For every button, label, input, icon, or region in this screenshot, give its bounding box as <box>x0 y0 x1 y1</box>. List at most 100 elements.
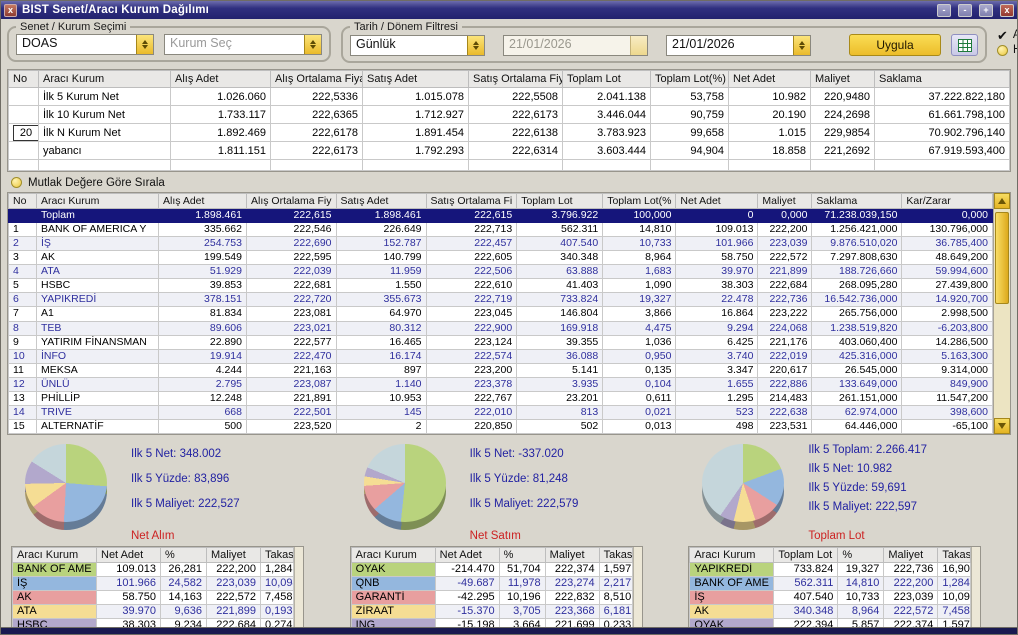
chevron-updown-icon[interactable] <box>136 35 153 54</box>
scroll-down-icon[interactable] <box>994 418 1010 434</box>
column-header[interactable]: Alış Adet <box>158 193 247 209</box>
restore-icon[interactable]: - <box>958 3 972 17</box>
cell: 222,6314 <box>468 141 563 160</box>
cell: 3 <box>8 250 37 266</box>
cell: 10,094 <box>260 576 294 591</box>
column-header[interactable]: Kar/Zarar <box>901 193 993 209</box>
mini-scrollbar[interactable] <box>971 547 981 634</box>
cell: 223,274 <box>544 576 600 591</box>
minimize-icon[interactable]: - <box>937 3 951 17</box>
cell: 221,899 <box>757 264 813 280</box>
cell: 169.918 <box>516 320 604 336</box>
vertical-scrollbar[interactable] <box>993 193 1010 434</box>
table-row[interactable]: 10 İNFO 19.914 222,470 16.174 222,574 36.088 0,… <box>8 348 993 364</box>
column-header[interactable]: Satış Ortalama Fi <box>425 193 518 209</box>
cell: 222,595 <box>246 250 337 266</box>
column-header[interactable]: Alış Adet <box>170 70 271 88</box>
table-row[interactable]: 2 İŞ 254.753 222,690 152.787 222,457 407.540 10… <box>8 236 993 252</box>
sort-option-label: Mutlak Değere Göre Sırala <box>28 176 165 189</box>
mini-scrollbar[interactable] <box>632 547 642 634</box>
scrollbar-track[interactable] <box>994 209 1010 418</box>
cell: 500 <box>158 418 247 435</box>
column-header: % <box>498 547 546 563</box>
cell: 99,658 <box>650 123 729 142</box>
column-header[interactable]: Maliyet <box>810 70 875 88</box>
cell: 23.201 <box>516 390 604 406</box>
radio-hacim[interactable]: Hacim <box>997 44 1017 56</box>
stat-line: Ilk 5 Net: 10.982 <box>808 463 893 475</box>
cell: ZİRAAT <box>350 604 436 619</box>
table-row[interactable]: 4 ATA 51.929 222,039 11.959 222,506 63.888 1,68… <box>8 264 993 280</box>
kurum-select[interactable]: Kurum Seç <box>164 34 322 55</box>
column-header[interactable]: Satış Adet <box>362 70 469 88</box>
column-header[interactable]: Aracı Kurum <box>38 70 171 88</box>
chevron-updown-icon[interactable] <box>467 35 484 55</box>
table-row[interactable]: 13 PHİLLİP 12.248 221,891 10.953 222,767 23.20… <box>8 390 993 406</box>
cell: 1.655 <box>675 376 759 392</box>
column-header[interactable]: Net Adet <box>675 193 759 209</box>
senet-select[interactable]: DOAS <box>16 34 154 55</box>
chart-panel-toplam-lot: Ilk 5 Toplam: 2.266.417 Ilk 5 Net: 10.982… <box>678 438 1017 634</box>
column-header[interactable]: Toplam Lot <box>562 70 651 88</box>
mini-scrollbar[interactable] <box>294 547 303 634</box>
column-header[interactable]: Alış Ortalama Fiyat <box>270 70 363 88</box>
column-header[interactable]: No <box>8 193 37 209</box>
n-value-input[interactable]: 20 <box>13 124 38 141</box>
close-window-icon[interactable]: x <box>1000 3 1014 17</box>
cell: 222,684 <box>757 278 813 294</box>
table-row[interactable]: 15 ALTERNATİF 500 223,520 2 220,850 502 0,013 49… <box>8 418 993 435</box>
chevron-updown-icon[interactable] <box>304 35 321 54</box>
column-header[interactable]: No <box>8 70 39 88</box>
mini-table-row: GARANTİ -42.295 10,196 222,832 8,510 <box>350 590 633 605</box>
scrollbar-thumb[interactable] <box>995 212 1009 304</box>
table-row[interactable]: 3 AK 199.549 222,595 140.799 222,605 340.348 8,… <box>8 250 993 266</box>
column-header[interactable]: Saklama <box>811 193 903 209</box>
excel-icon <box>957 38 972 52</box>
column-header[interactable]: Saklama <box>874 70 1010 88</box>
table-row[interactable]: 12 ÜNLÜ 2.795 223,087 1.140 223,378 3.935 0,104… <box>8 376 993 392</box>
column-header[interactable]: Satış Adet <box>335 193 427 209</box>
chevron-updown-icon[interactable] <box>793 35 810 55</box>
column-header[interactable]: Toplam Lot <box>516 193 604 209</box>
table-row[interactable]: Toplam 1.898.461 222,615 1.898.461 222,615 3.… <box>8 207 993 224</box>
cell: 407.540 <box>516 236 604 252</box>
date-to-field[interactable]: 21/01/2026 <box>666 34 811 56</box>
cell: 36.785,400 <box>901 236 993 252</box>
cell: 221,891 <box>246 390 337 406</box>
table-row[interactable]: 9 YATIRIM FİNANSMAN 22.890 222,577 16.465 223… <box>8 334 993 350</box>
table-row[interactable]: 8 TEB 89.606 223,021 80.312 222,900 169.918 4,4… <box>8 320 993 336</box>
column-header[interactable]: Toplam Lot(%) <box>650 70 729 88</box>
period-select[interactable]: Günlük <box>350 34 485 56</box>
cell: 10,196 <box>498 590 546 605</box>
close-icon[interactable]: x <box>4 3 17 17</box>
cell: 0,135 <box>602 362 677 378</box>
table-row[interactable]: 14 TRIVE 668 222,501 145 222,010 813 0,021 523 22… <box>8 404 993 420</box>
column-header[interactable]: Aracı Kurum <box>36 193 159 209</box>
mini-table-net-satim: Aracı KurumNet Adet%MaliyetTakas%OYAK-21… <box>350 547 633 634</box>
table-row[interactable]: 7 A1 81.834 223,081 64.970 223,045 146.804 3,86… <box>8 306 993 322</box>
column-header: Maliyet <box>883 547 939 563</box>
table-row[interactable]: 5 HSBC 39.853 222,681 1.550 222,610 41.403 1,09… <box>8 278 993 294</box>
cell: 1.898.461 <box>158 207 247 224</box>
tarih-group: Tarih / Dönem Filtresi Günlük 21/01/2026… <box>341 21 987 63</box>
column-header[interactable]: Satış Ortalama Fiyat <box>468 70 563 88</box>
mini-table-row: QNB -49.687 11,978 223,274 2,217 <box>350 576 633 591</box>
cell: 8,510 <box>598 590 633 605</box>
cell: 0,013 <box>602 418 677 435</box>
column-header[interactable]: Toplam Lot(% <box>602 193 677 209</box>
radio-adet[interactable]: ✔ Adet <box>997 29 1017 42</box>
column-header[interactable]: Maliyet <box>757 193 813 209</box>
cell: BANK OF AMERICA Y <box>36 222 159 238</box>
sort-option[interactable]: Mutlak Değere Göre Sırala <box>1 172 1017 192</box>
apply-button[interactable]: Uygula <box>849 34 941 56</box>
column-header[interactable]: Alış Ortalama Fiy <box>246 193 337 209</box>
scroll-up-icon[interactable] <box>994 193 1010 209</box>
table-row[interactable]: 1 BANK OF AMERICA Y 335.662 222,546 226.649 2… <box>8 222 993 238</box>
mini-table-panel: Aracı KurumNet Adet%MaliyetTakas%BANK OF… <box>11 546 304 634</box>
excel-export-button[interactable] <box>951 34 978 56</box>
table-row[interactable]: 6 YAPIKREDİ 378.151 222,720 355.673 222,719 73… <box>8 292 993 308</box>
cell: 11.959 <box>335 264 427 280</box>
column-header[interactable]: Net Adet <box>728 70 811 88</box>
table-row[interactable]: 11 MEKSA 4.244 221,163 897 223,200 5.141 0,135 3… <box>8 362 993 378</box>
maximize-icon[interactable]: + <box>979 3 993 17</box>
